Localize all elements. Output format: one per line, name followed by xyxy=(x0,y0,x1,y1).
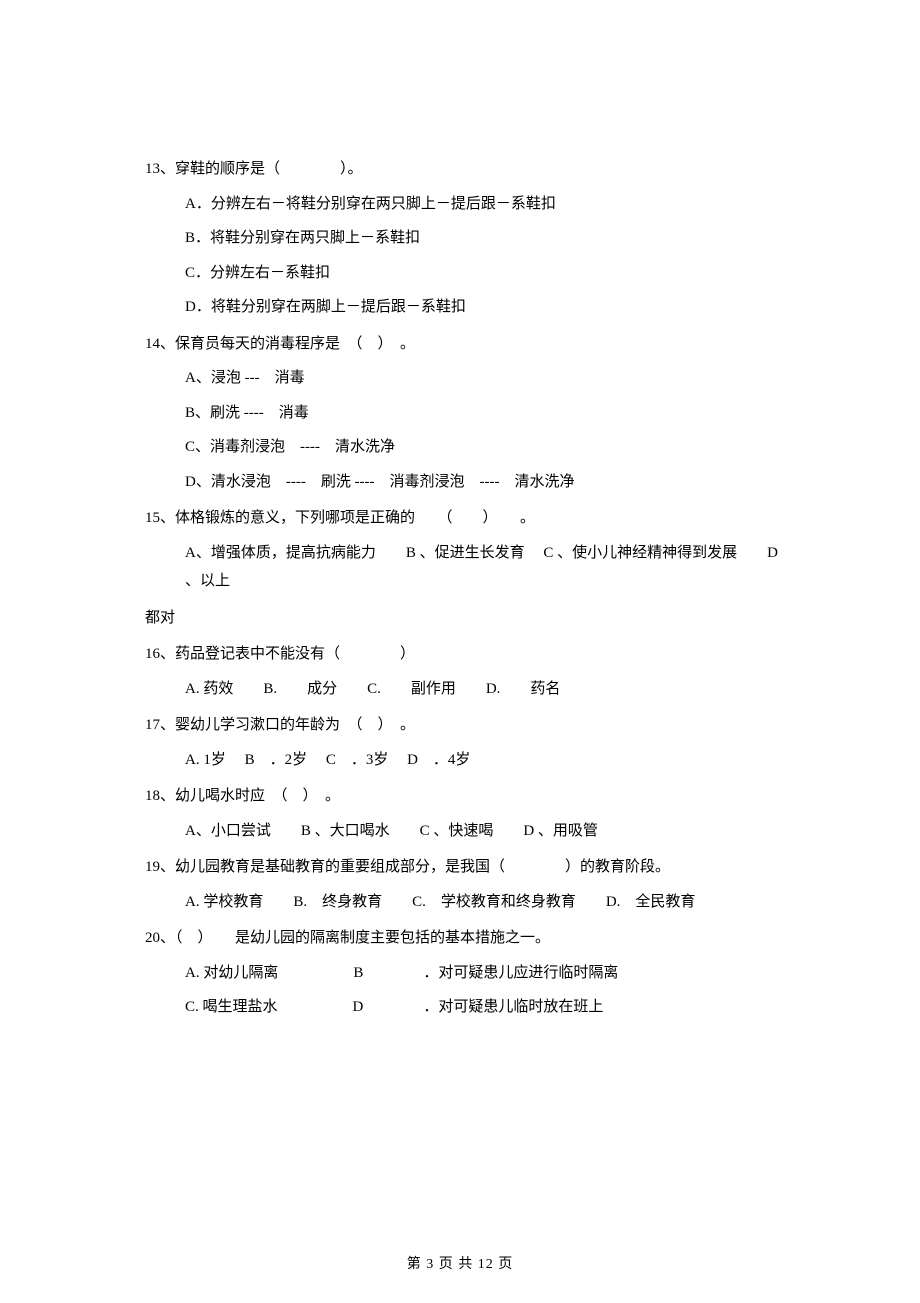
question-stem: 20、（ ） 是幼儿园的隔离制度主要包括的基本措施之一。 xyxy=(145,924,790,953)
question-stem: 17、婴幼儿学习漱口的年龄为 （ ） 。 xyxy=(145,711,790,740)
question-stem: 15、体格锻炼的意义，下列哪项是正确的 （ ） 。 xyxy=(145,504,790,533)
question-stem: 16、药品登记表中不能没有（ ） xyxy=(145,640,790,669)
option-c: C、消毒剂浸泡 ---- 清水洗净 xyxy=(145,433,790,462)
question-17: 17、婴幼儿学习漱口的年龄为 （ ） 。 A. 1岁 B ．2岁 C ．3岁 D… xyxy=(145,711,790,774)
option-a: A、浸泡 --- 消毒 xyxy=(145,364,790,393)
document-page: 13、穿鞋的顺序是（ ）。 A．分辨左右－将鞋分别穿在两只脚上－提后跟－系鞋扣 … xyxy=(0,0,920,1303)
option-c: C．分辨左右－系鞋扣 xyxy=(145,259,790,288)
options-line: A、增强体质，提高抗病能力 B 、促进生长发育 C 、使小儿神经精神得到发展 D… xyxy=(145,539,790,596)
options-line: A. 药效 B. 成分 C. 副作用 D. 药名 xyxy=(145,675,790,704)
option-a-b: A. 对幼儿隔离 B ．对可疑患儿应进行临时隔离 xyxy=(145,959,790,988)
option-d: D、清水浸泡 ---- 刷洗 ---- 消毒剂浸泡 ---- 清水洗净 xyxy=(145,468,790,497)
question-19: 19、幼儿园教育是基础教育的重要组成部分，是我国（ ）的教育阶段。 A. 学校教… xyxy=(145,853,790,916)
question-stem: 13、穿鞋的顺序是（ ）。 xyxy=(145,155,790,184)
question-15-continuation: 都对 xyxy=(145,604,790,633)
option-b: B．将鞋分别穿在两只脚上－系鞋扣 xyxy=(145,224,790,253)
options-line: A、小口尝试 B 、大口喝水 C 、快速喝 D 、用吸管 xyxy=(145,817,790,846)
question-13: 13、穿鞋的顺序是（ ）。 A．分辨左右－将鞋分别穿在两只脚上－提后跟－系鞋扣 … xyxy=(145,155,790,322)
question-20: 20、（ ） 是幼儿园的隔离制度主要包括的基本措施之一。 A. 对幼儿隔离 B … xyxy=(145,924,790,1022)
question-16: 16、药品登记表中不能没有（ ） A. 药效 B. 成分 C. 副作用 D. 药… xyxy=(145,640,790,703)
page-footer: 第 3 页 共 12 页 xyxy=(0,1253,920,1273)
option-c-d: C. 喝生理盐水 D ．对可疑患儿临时放在班上 xyxy=(145,993,790,1022)
question-stem: 14、保育员每天的消毒程序是 （ ） 。 xyxy=(145,330,790,359)
question-18: 18、幼儿喝水时应 （ ） 。 A、小口尝试 B 、大口喝水 C 、快速喝 D … xyxy=(145,782,790,845)
question-15: 15、体格锻炼的意义，下列哪项是正确的 （ ） 。 A、增强体质，提高抗病能力 … xyxy=(145,504,790,596)
question-stem: 18、幼儿喝水时应 （ ） 。 xyxy=(145,782,790,811)
options-line: A. 1岁 B ．2岁 C ．3岁 D ．4岁 xyxy=(145,746,790,775)
question-stem: 19、幼儿园教育是基础教育的重要组成部分，是我国（ ）的教育阶段。 xyxy=(145,853,790,882)
option-a: A．分辨左右－将鞋分别穿在两只脚上－提后跟－系鞋扣 xyxy=(145,190,790,219)
option-b: B、刷洗 ---- 消毒 xyxy=(145,399,790,428)
option-d: D．将鞋分别穿在两脚上－提后跟－系鞋扣 xyxy=(145,293,790,322)
question-14: 14、保育员每天的消毒程序是 （ ） 。 A、浸泡 --- 消毒 B、刷洗 --… xyxy=(145,330,790,497)
options-line: A. 学校教育 B. 终身教育 C. 学校教育和终身教育 D. 全民教育 xyxy=(145,888,790,917)
